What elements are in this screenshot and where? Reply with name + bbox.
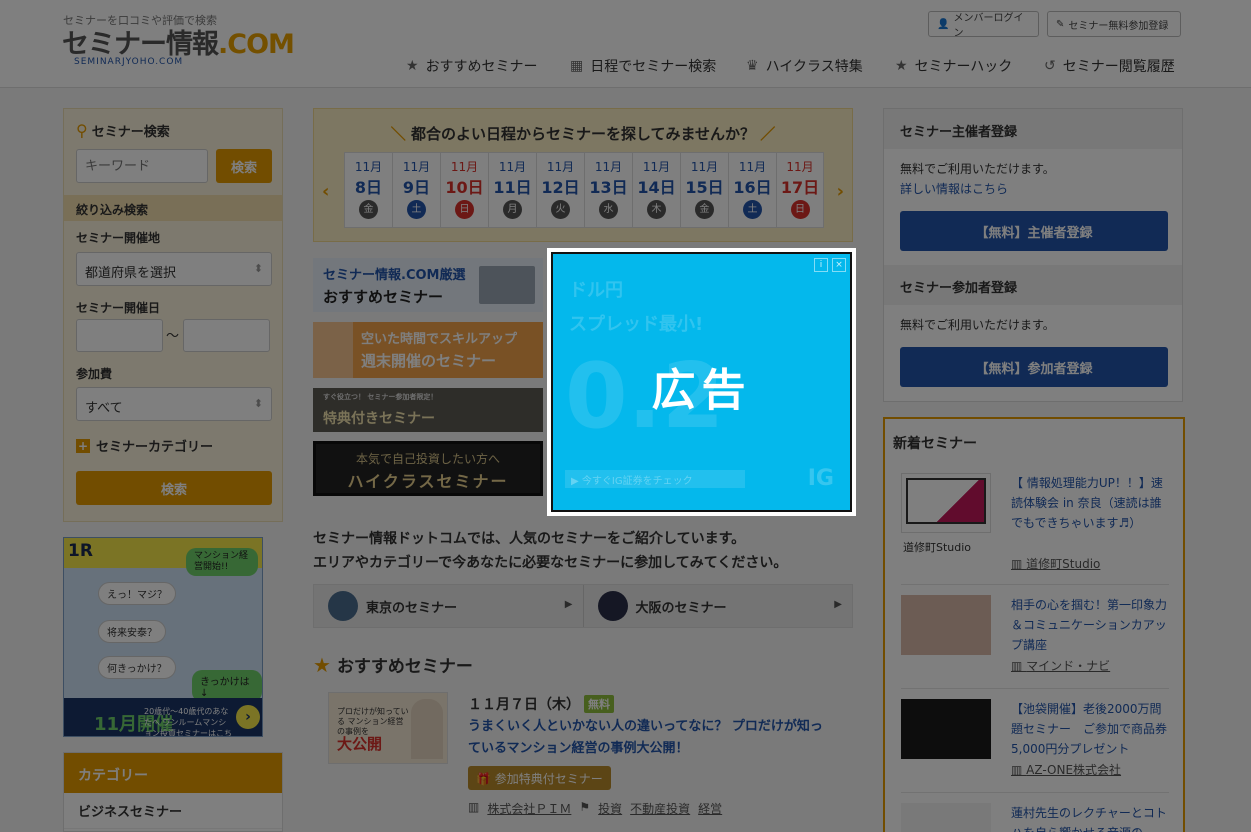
close-icon[interactable]: × (832, 258, 846, 272)
ad-modal-content[interactable]: ドル円 スプレッド最小! 0.2 ▶ 今すぐIG証券をチェック IG 広告 i … (551, 252, 852, 512)
ad-info-icon[interactable]: i (814, 258, 828, 272)
ad-bg-logo: IG (807, 466, 834, 491)
ad-modal[interactable]: ドル円 スプレッド最小! 0.2 ▶ 今すぐIG証券をチェック IG 広告 i … (547, 248, 856, 516)
ad-label: 広告 (651, 365, 752, 416)
ad-bg-text: スプレッド最小! (569, 314, 704, 335)
ad-bg-cta: ▶ 今すぐIG証券をチェック (565, 470, 745, 488)
ad-bg-text: ドル円 (569, 280, 623, 301)
